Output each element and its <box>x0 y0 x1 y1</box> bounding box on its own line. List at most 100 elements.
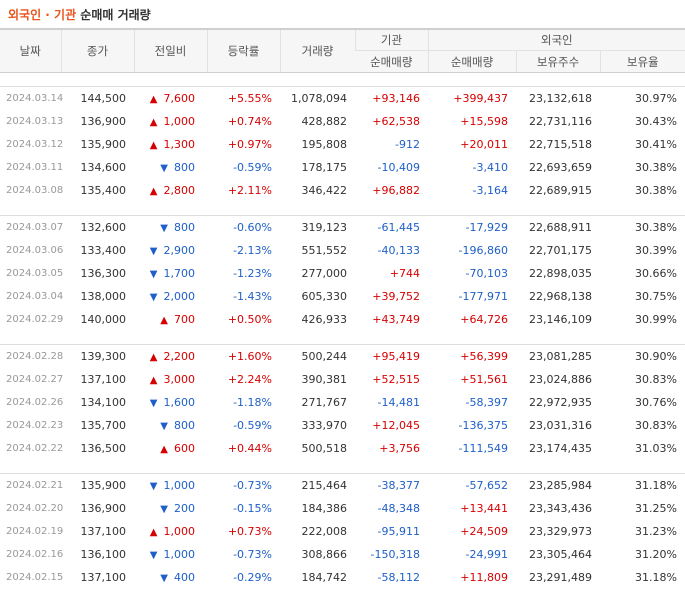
volume-cell: 308,866 <box>280 543 355 566</box>
change-rate-cell: +5.55% <box>207 87 280 111</box>
foreign-net-cell: -24,991 <box>428 543 516 566</box>
foreign-net-cell: +51,561 <box>428 368 516 391</box>
foreign-net-cell: -177,971 <box>428 285 516 308</box>
holdings-cell: 23,291,489 <box>516 566 600 589</box>
institution-net-cell: +744 <box>355 262 428 285</box>
holdings-cell: 23,174,435 <box>516 437 600 460</box>
date-cell: 2024.03.14 <box>0 87 61 111</box>
group-separator <box>0 73 685 87</box>
header-holdings: 보유주수 <box>516 51 600 73</box>
change-value: 800 <box>174 221 195 234</box>
header-date: 날짜 <box>0 29 61 73</box>
close-price-cell: 134,100 <box>61 391 134 414</box>
date-cell: 2024.03.06 <box>0 239 61 262</box>
hold-ratio-cell: 30.39% <box>600 239 685 262</box>
hold-ratio-cell: 30.38% <box>600 216 685 240</box>
hold-ratio-cell: 30.76% <box>600 391 685 414</box>
hold-ratio-cell: 31.25% <box>600 497 685 520</box>
triangle-down-icon: ▼ <box>150 398 158 409</box>
change-cell: ▲1,000 <box>134 110 207 133</box>
triangle-down-icon: ▼ <box>160 573 168 584</box>
holdings-cell: 23,285,984 <box>516 474 600 498</box>
close-price-cell: 135,900 <box>61 474 134 498</box>
change-value: 2,200 <box>164 350 196 363</box>
change-rate-cell: +0.97% <box>207 133 280 156</box>
hold-ratio-cell: 30.41% <box>600 133 685 156</box>
foreign-net-cell: -111,549 <box>428 437 516 460</box>
table-row: 2024.02.28139,300▲2,200+1.60%500,244+95,… <box>0 345 685 369</box>
hold-ratio-cell: 30.97% <box>600 87 685 111</box>
hold-ratio-cell: 30.38% <box>600 156 685 179</box>
separator-cell <box>0 73 685 87</box>
change-value: 1,700 <box>164 267 196 280</box>
foreign-net-cell: -58,397 <box>428 391 516 414</box>
change-cell: ▼800 <box>134 414 207 437</box>
change-value: 1,300 <box>164 138 196 151</box>
triangle-up-icon: ▲ <box>150 527 158 538</box>
close-price-cell: 140,000 <box>61 308 134 331</box>
change-value: 2,000 <box>164 290 196 303</box>
change-rate-cell: -1.43% <box>207 285 280 308</box>
change-value: 800 <box>174 161 195 174</box>
change-cell: ▼400 <box>134 566 207 589</box>
foreign-net-cell: -3,410 <box>428 156 516 179</box>
change-cell: ▼1,000 <box>134 474 207 498</box>
group-separator <box>0 460 685 474</box>
group-separator <box>0 331 685 345</box>
change-value: 2,900 <box>164 244 196 257</box>
change-cell: ▼1,000 <box>134 543 207 566</box>
triangle-up-icon: ▲ <box>150 352 158 363</box>
hold-ratio-cell: 31.03% <box>600 437 685 460</box>
triangle-down-icon: ▼ <box>160 223 168 234</box>
separator-cell <box>0 202 685 216</box>
change-value: 1,000 <box>164 525 196 538</box>
change-rate-cell: +0.74% <box>207 110 280 133</box>
header-rate: 등락률 <box>207 29 280 73</box>
table-row: 2024.02.22136,500▲600+0.44%500,518+3,756… <box>0 437 685 460</box>
institution-net-cell: +43,749 <box>355 308 428 331</box>
change-rate-cell: -0.15% <box>207 497 280 520</box>
triangle-up-icon: ▲ <box>150 117 158 128</box>
change-rate-cell: +0.50% <box>207 308 280 331</box>
change-rate-cell: -0.60% <box>207 216 280 240</box>
foreign-net-cell: -3,164 <box>428 179 516 202</box>
holdings-cell: 23,329,973 <box>516 520 600 543</box>
table-row: 2024.02.21135,900▼1,000-0.73%215,464-38,… <box>0 474 685 498</box>
holdings-cell: 22,968,138 <box>516 285 600 308</box>
date-cell: 2024.02.22 <box>0 437 61 460</box>
holdings-cell: 22,688,911 <box>516 216 600 240</box>
date-cell: 2024.03.05 <box>0 262 61 285</box>
foreign-net-cell: +399,437 <box>428 87 516 111</box>
change-rate-cell: -0.73% <box>207 543 280 566</box>
table-row: 2024.02.20136,900▼200-0.15%184,386-48,34… <box>0 497 685 520</box>
institution-net-cell: -58,112 <box>355 566 428 589</box>
change-cell: ▼ 2,900 <box>134 239 207 262</box>
title-suffix: 순매매 거래량 <box>76 8 151 22</box>
triangle-down-icon: ▼ <box>150 246 158 257</box>
holdings-cell: 22,898,035 <box>516 262 600 285</box>
change-cell: ▼ 2,000 <box>134 285 207 308</box>
volume-cell: 222,008 <box>280 520 355 543</box>
institution-net-cell: +62,538 <box>355 110 428 133</box>
separator-cell <box>0 331 685 345</box>
institution-net-cell: -61,445 <box>355 216 428 240</box>
separator-cell <box>0 460 685 474</box>
triangle-down-icon: ▼ <box>150 292 158 303</box>
change-value: 2,800 <box>164 184 196 197</box>
institution-net-cell: +12,045 <box>355 414 428 437</box>
date-cell: 2024.03.11 <box>0 156 61 179</box>
table-row: 2024.03.14144,500▲7,600+5.55%1,078,094+9… <box>0 87 685 111</box>
institution-net-cell: -95,911 <box>355 520 428 543</box>
date-cell: 2024.02.26 <box>0 391 61 414</box>
date-cell: 2024.02.27 <box>0 368 61 391</box>
triangle-down-icon: ▼ <box>150 481 158 492</box>
change-rate-cell: +1.60% <box>207 345 280 369</box>
change-rate-cell: +2.11% <box>207 179 280 202</box>
change-value: 600 <box>174 442 195 455</box>
change-value: 1,000 <box>164 548 196 561</box>
change-rate-cell: +0.73% <box>207 520 280 543</box>
table-row: 2024.03.04138,000▼2,000-1.43%605,330+39,… <box>0 285 685 308</box>
foreign-net-cell: -136,375 <box>428 414 516 437</box>
change-value: 1,600 <box>164 396 196 409</box>
close-price-cell: 136,300 <box>61 262 134 285</box>
